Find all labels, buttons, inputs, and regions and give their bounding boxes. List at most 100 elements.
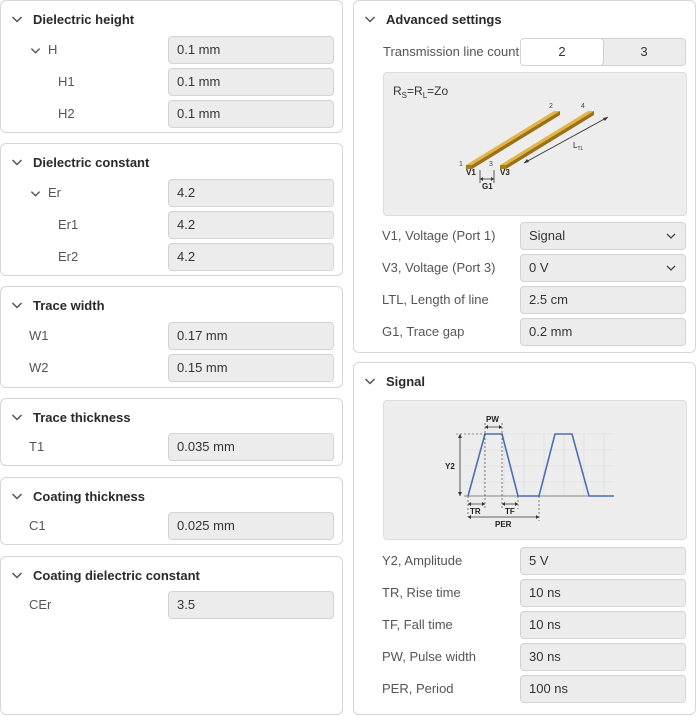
chevron-down-icon <box>11 302 23 309</box>
g1-field[interactable]: 0.2 mm <box>520 318 686 346</box>
trace-width-header[interactable]: Trace width <box>11 287 105 323</box>
pulse-illustration: Y2 PW TR TF PER <box>445 415 614 529</box>
h-label: H <box>48 42 58 57</box>
cer-field[interactable]: 3.5 <box>168 591 334 619</box>
g1-label: G1, Trace gap <box>382 324 465 339</box>
y2-row: Y2, Amplitude 5 V <box>354 547 695 575</box>
coating-thickness-header[interactable]: Coating thickness <box>11 478 145 514</box>
tl-count-option-2[interactable]: 2 <box>521 39 604 65</box>
h-field[interactable]: 0.1 mm <box>168 36 334 64</box>
tr-field[interactable]: 10 ns <box>520 579 686 607</box>
coating-dielectric-panel: Coating dielectric constant CEr 3.5 <box>0 556 343 715</box>
er2-field[interactable]: 4.2 <box>168 243 334 271</box>
v3-label: V3, Voltage (Port 3) <box>382 260 496 275</box>
er1-field[interactable]: 4.2 <box>168 211 334 239</box>
pw-label: PW, Pulse width <box>382 649 476 664</box>
h2-label: H2 <box>58 106 75 121</box>
ltl-diagram-label: LTL <box>573 141 584 152</box>
per-label: PER, Period <box>382 681 454 696</box>
v1-select-value: Signal <box>529 228 566 243</box>
tl-count-option-3[interactable]: 3 <box>603 39 685 65</box>
tr-diagram-label: TR <box>470 507 481 516</box>
section-title: Dielectric height <box>33 11 135 27</box>
pw-field[interactable]: 30 ns <box>520 643 686 671</box>
t1-field[interactable]: 0.035 mm <box>168 433 334 461</box>
signal-panel: Signal Y2 PW TR TF PER Y2, Amplitude 5 V… <box>353 362 696 715</box>
per-row: PER, Period 100 ns <box>354 675 695 703</box>
t1-label: T1 <box>29 439 45 454</box>
signal-header[interactable]: Signal <box>364 363 425 399</box>
v1-label: V1, Voltage (Port 1) <box>382 228 496 243</box>
chevron-down-icon <box>666 233 676 239</box>
chevron-down-icon[interactable] <box>30 45 41 56</box>
ltl-label: LTL, Length of line <box>382 292 489 307</box>
chevron-down-icon <box>11 493 23 500</box>
w2-field[interactable]: 0.15 mm <box>168 354 334 382</box>
coating-dielectric-header[interactable]: Coating dielectric constant <box>11 557 200 593</box>
chevron-down-icon <box>666 265 676 271</box>
trace-illustration: RS=RL=Zo 1 2 3 4 V1 V3 G1 LTL <box>393 84 609 191</box>
tr-label: TR, Rise time <box>382 585 461 600</box>
cer-label: CEr <box>29 597 52 612</box>
h1-field[interactable]: 0.1 mm <box>168 68 334 96</box>
port-2-number: 2 <box>549 103 553 110</box>
dielectric-constant-header[interactable]: Dielectric constant <box>11 144 149 180</box>
pulse-grid <box>464 433 614 496</box>
chevron-down-icon[interactable] <box>30 188 41 199</box>
trace-width-panel: Trace width W1 0.17 mm W2 0.15 mm <box>0 286 343 388</box>
pulse-waveform <box>467 433 614 497</box>
er-row: Er 4.2 <box>1 179 342 207</box>
er2-row: Er2 4.2 <box>1 243 342 271</box>
section-title: Trace width <box>33 297 105 313</box>
h1-label: H1 <box>58 74 75 89</box>
t1-row: T1 0.035 mm <box>1 433 342 461</box>
er-field[interactable]: 4.2 <box>168 179 334 207</box>
trace-thickness-header[interactable]: Trace thickness <box>11 399 131 435</box>
h2-field[interactable]: 0.1 mm <box>168 100 334 128</box>
y2-field[interactable]: 5 V <box>520 547 686 575</box>
v3-select[interactable]: 0 V <box>520 254 686 282</box>
c1-label: C1 <box>29 518 46 533</box>
tl-count-label: Transmission line count <box>383 44 520 59</box>
w2-label: W2 <box>29 360 49 375</box>
section-title: Coating thickness <box>33 488 145 504</box>
dielectric-height-panel: Dielectric height H 0.1 mm H1 0.1 mm H2 … <box>0 0 343 133</box>
dielectric-height-header[interactable]: Dielectric height <box>11 1 134 37</box>
chevron-down-icon <box>11 572 23 579</box>
ltl-row: LTL, Length of line 2.5 cm <box>354 286 695 314</box>
v1-row: V1, Voltage (Port 1) Signal <box>354 222 695 250</box>
chevron-down-icon <box>364 378 376 385</box>
tf-field[interactable]: 10 ns <box>520 611 686 639</box>
chevron-down-icon <box>11 16 23 23</box>
cer-row: CEr 3.5 <box>1 591 342 619</box>
h2-row: H2 0.1 mm <box>1 100 342 128</box>
v1-select[interactable]: Signal <box>520 222 686 250</box>
section-title: Dielectric constant <box>33 154 150 170</box>
chevron-down-icon <box>364 16 376 23</box>
per-field[interactable]: 100 ns <box>520 675 686 703</box>
v3-select-value: 0 V <box>529 260 549 275</box>
w2-row: W2 0.15 mm <box>1 354 342 382</box>
pw-diagram-label: PW <box>486 415 499 424</box>
advanced-settings-panel: Advanced settings Transmission line coun… <box>353 0 696 353</box>
ltl-field[interactable]: 2.5 cm <box>520 286 686 314</box>
trace-thickness-panel: Trace thickness T1 0.035 mm <box>0 398 343 466</box>
w1-field[interactable]: 0.17 mm <box>168 322 334 350</box>
tl-count-row: Transmission line count 2 3 <box>354 38 695 66</box>
w1-row: W1 0.17 mm <box>1 322 342 350</box>
v1-diagram-label: V1 <box>466 168 476 177</box>
tf-row: TF, Fall time 10 ns <box>354 611 695 639</box>
er-label: Er <box>48 185 61 200</box>
transmission-line-diagram: RS=RL=Zo 1 2 3 4 V1 V3 G1 LTL <box>383 72 687 216</box>
advanced-settings-header[interactable]: Advanced settings <box>364 1 502 37</box>
signal-diagram: Y2 PW TR TF PER <box>383 400 687 540</box>
dielectric-constant-panel: Dielectric constant Er 4.2 Er1 4.2 Er2 4… <box>0 143 343 276</box>
v3-row: V3, Voltage (Port 3) 0 V <box>354 254 695 282</box>
port-3-number: 3 <box>489 161 493 168</box>
g1-row: G1, Trace gap 0.2 mm <box>354 318 695 346</box>
g1-diagram-label: G1 <box>482 182 493 191</box>
c1-row: C1 0.025 mm <box>1 512 342 540</box>
section-title: Coating dielectric constant <box>33 567 200 583</box>
port-1-number: 1 <box>459 161 463 168</box>
c1-field[interactable]: 0.025 mm <box>168 512 334 540</box>
